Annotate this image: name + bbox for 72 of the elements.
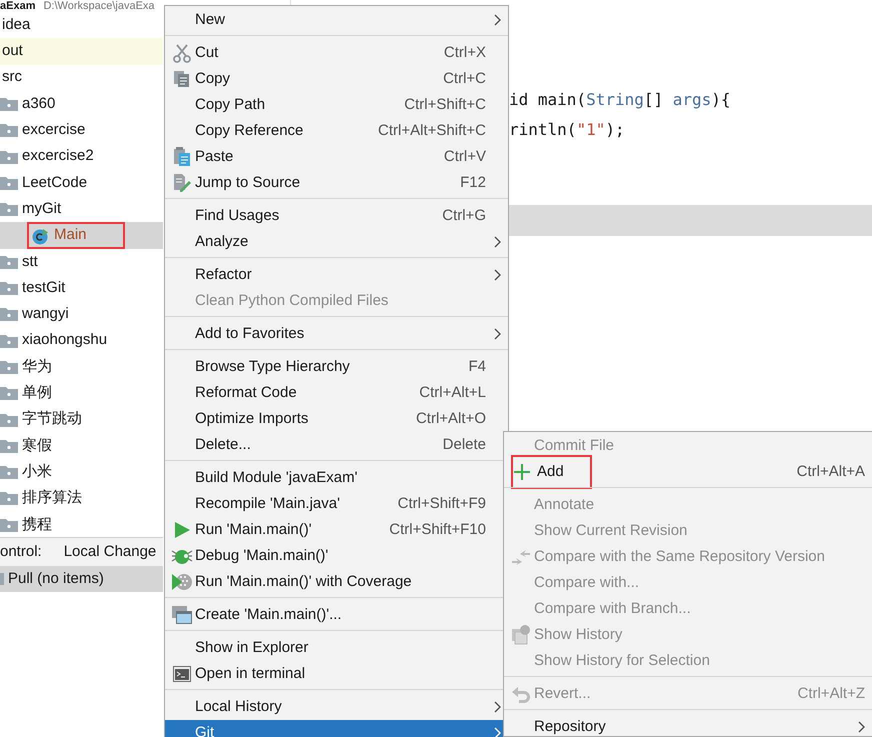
menu-item[interactable]: Reformat Code Ctrl+Alt+L [165,380,508,406]
code-line: rintln("1"); [509,119,625,141]
menu-item[interactable]: Analyze [165,229,508,255]
compare-arrows-icon [510,549,530,565]
panel-title: ontrol: [0,542,42,562]
folder-icon [0,491,18,506]
paste-icon [172,147,190,167]
terminal-icon [172,666,190,682]
folder-icon [0,518,18,532]
menu-item[interactable]: New [165,7,508,33]
folder-icon [0,202,18,216]
edit-document-icon [172,173,192,193]
tree-item[interactable]: 字节跳动 [22,408,82,431]
project-path: D:\Workspace\javaExa [43,0,155,12]
folder-icon [0,465,18,480]
run-coverage-icon [170,572,192,592]
code-line: id main(String[] args){ [509,89,731,111]
revert-icon [510,685,530,703]
folder-icon [0,438,18,453]
menu-item[interactable]: Jump to Source F12 [165,170,508,196]
tree-item[interactable]: excercise2 [22,145,94,168]
tree-item[interactable]: 小米 [22,460,52,484]
tree-item[interactable]: myGit [22,198,62,220]
project-name: aExam [0,0,36,12]
tree-item[interactable]: 寒假 [22,434,52,458]
tree-item[interactable]: LeetCode [22,172,88,194]
scissors-icon [172,43,192,63]
folder-icon [0,176,18,190]
tree-item[interactable]: a360 [22,92,56,116]
history-icon [510,625,530,645]
folder-icon [0,97,18,112]
tree-item[interactable]: wangyi [22,303,69,326]
folder-icon [0,254,18,269]
folder-icon [0,386,18,400]
tree-item[interactable]: src [2,66,22,89]
tree-item[interactable]: stt [22,250,38,274]
run-icon [172,521,190,539]
folder-icon [0,360,18,374]
node-icon [0,573,4,585]
tree-item[interactable]: testGit [22,276,66,300]
menu-item[interactable]: Add to Favorites [165,321,508,347]
folder-icon [0,334,18,348]
menu-item[interactable]: Optimize Imports Ctrl+Alt+O [165,406,508,432]
tree-row[interactable]: Pull (no items) [0,566,163,592]
window-icon [170,605,192,625]
menu-item[interactable]: Cut Ctrl+X [165,40,508,66]
menu-item[interactable]: Copy Reference Ctrl+Alt+Shift+C [165,118,508,144]
tree-item[interactable]: Main [54,224,87,247]
menu-item[interactable]: Refactor [165,262,508,288]
folder-icon [0,307,18,322]
menu-item[interactable]: Copy Path Ctrl+Shift+C [165,92,508,118]
class-icon [32,226,50,245]
annotation-box: Add [511,455,592,489]
tree-item[interactable]: xiaohongshu [22,329,108,352]
tree-item[interactable]: idea [2,14,30,36]
plus-icon [514,464,530,480]
menu-item[interactable]: Browse Type Hierarchy F4 [165,354,508,380]
menu-item[interactable]: Find Usages Ctrl+G [165,203,508,229]
folder-icon [0,123,18,138]
folder-icon [0,150,18,164]
tree-item[interactable]: 华为 [22,356,52,378]
folder-icon [0,412,18,427]
tree-item[interactable]: 排序算法 [22,487,82,510]
tree-item[interactable]: 单例 [22,382,52,405]
tree-item[interactable]: 携程 [22,514,52,536]
menu-item[interactable]: Paste Ctrl+V [165,144,508,170]
menu-item[interactable]: Copy Ctrl+C [165,66,508,92]
local-changes-tab[interactable]: Local Change [64,540,156,564]
copy-icon [172,70,190,88]
folder-icon [0,281,18,296]
tree-item[interactable]: out [2,40,23,63]
tree-item[interactable]: excercise [22,119,86,142]
